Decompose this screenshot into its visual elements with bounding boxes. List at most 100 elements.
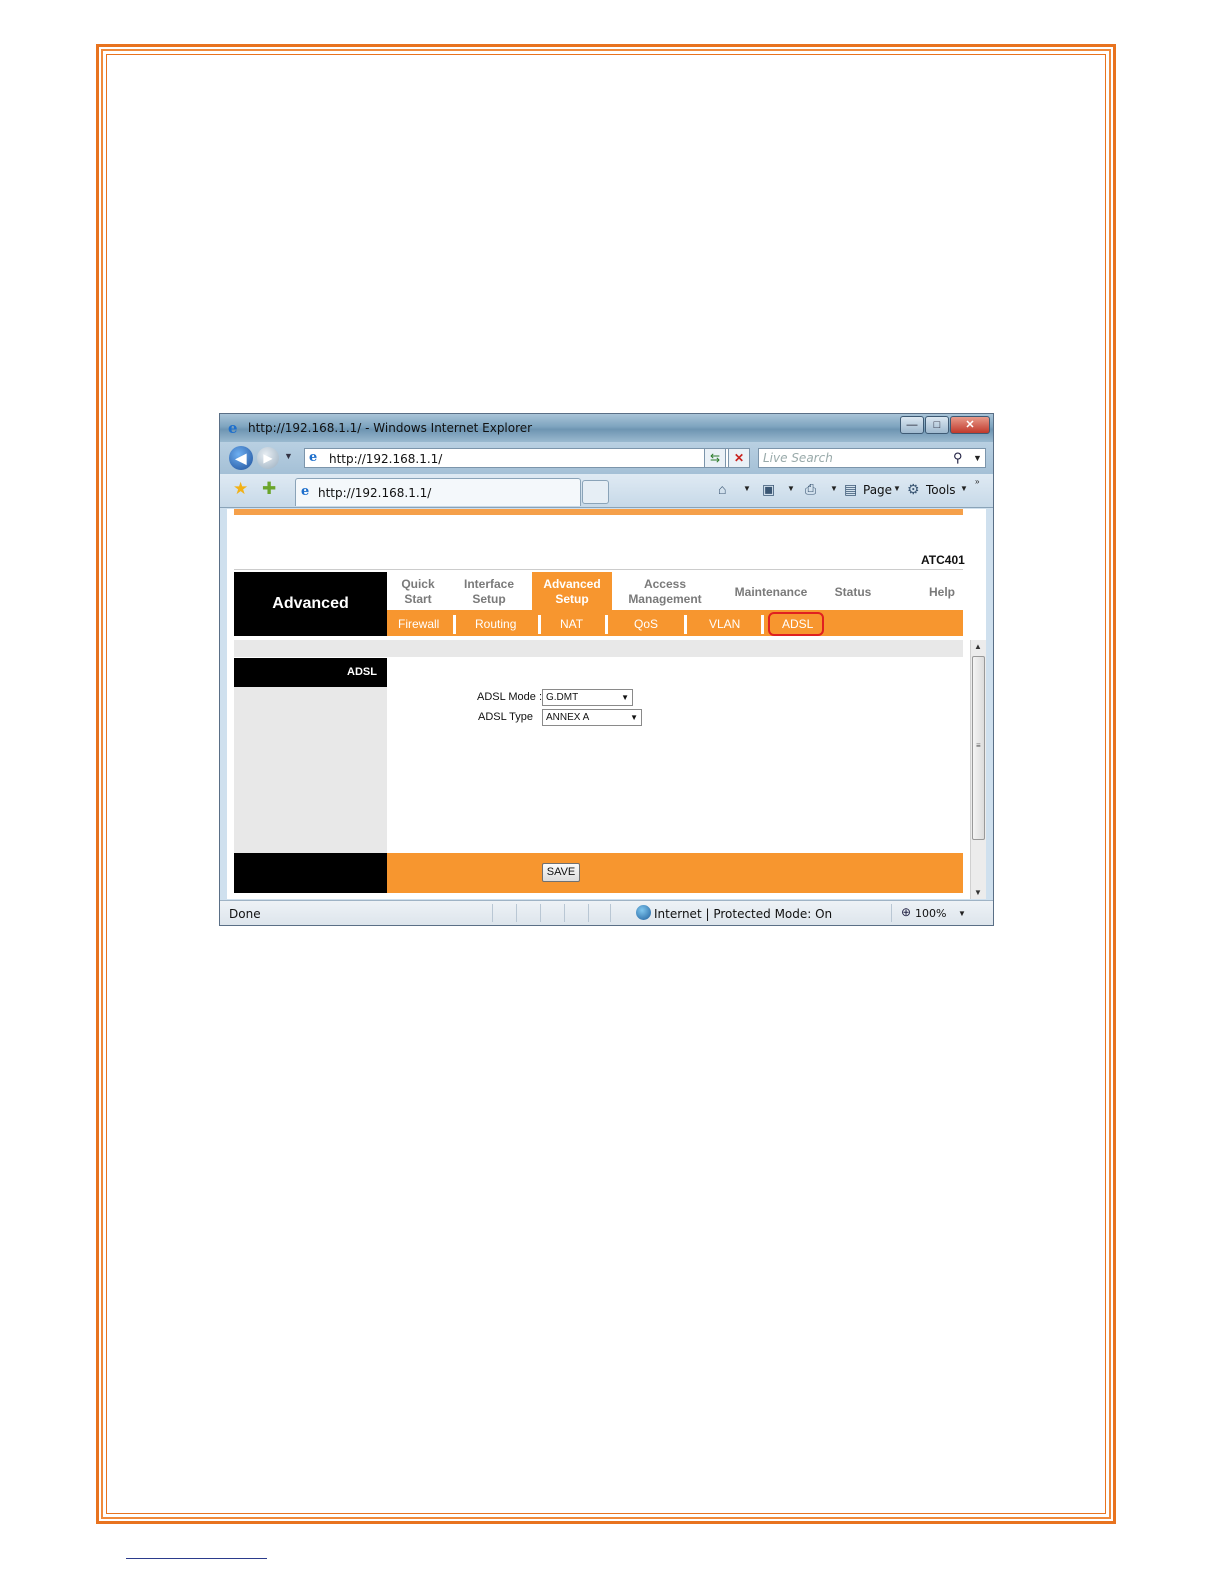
globe-icon (636, 905, 651, 920)
submenu-separator (761, 615, 764, 634)
new-tab-button[interactable] (582, 480, 609, 504)
search-dropdown-icon[interactable]: ▼ (973, 453, 982, 463)
forward-button[interactable]: ▶ (257, 447, 279, 469)
tab-current[interactable]: e http://192.168.1.1/ (295, 478, 581, 506)
page-menu-icon[interactable]: ▤ (844, 481, 857, 498)
zoom-dropdown-icon[interactable]: ▼ (958, 909, 966, 918)
menu-advanced-setup-line2: Setup (555, 592, 589, 606)
tab-page-icon: e (301, 484, 310, 499)
header-divider (234, 569, 963, 570)
address-text[interactable]: http://192.168.1.1/ (329, 452, 442, 466)
chevron-more-icon[interactable]: » (975, 477, 979, 486)
minimize-button[interactable]: — (900, 416, 924, 434)
menu-quick-start[interactable]: Quick Start (393, 577, 443, 607)
back-button[interactable]: ◀ (229, 446, 253, 470)
title-bar: e http://192.168.1.1/ - Windows Internet… (220, 414, 993, 442)
status-bar: Done Internet | Protected Mode: On ⊕ 100… (220, 900, 993, 925)
status-divider (610, 904, 611, 922)
menu-interface-setup-line1: Interface (463, 577, 515, 591)
vertical-scrollbar[interactable]: ▲ ≡ ▼ (970, 640, 986, 899)
search-input[interactable] (763, 451, 943, 465)
address-bar[interactable]: e http://192.168.1.1/ ▼ (304, 448, 729, 468)
print-icon[interactable]: ⎙ (805, 481, 816, 498)
menu-advanced-setup-line1: Advanced (543, 577, 601, 591)
search-icon[interactable]: ⚲ (953, 450, 963, 466)
navigation-bar: ◀ ▶ ▼ e http://192.168.1.1/ ▼ ⇆ ✕ ⚲ ▼ (220, 442, 993, 474)
home-icon[interactable]: ⌂ (718, 481, 726, 497)
history-dropdown-icon[interactable]: ▼ (284, 451, 293, 461)
print-dropdown-icon[interactable]: ▼ (830, 484, 838, 493)
menu-help[interactable]: Help (917, 585, 967, 600)
status-divider (492, 904, 493, 922)
status-text: Done (229, 907, 261, 921)
tools-dropdown-icon[interactable]: ▼ (960, 484, 968, 493)
menu-quick-start-line1: Quick (401, 577, 435, 591)
menu-interface-setup-line2: Setup (472, 592, 506, 606)
scroll-up-icon[interactable]: ▲ (974, 642, 982, 651)
submenu-qos[interactable]: QoS (634, 617, 658, 631)
home-dropdown-icon[interactable]: ▼ (743, 484, 751, 493)
content-top-strip (234, 640, 963, 657)
submenu-routing[interactable]: Routing (475, 617, 516, 631)
tab-bar: ★ ✚ e http://192.168.1.1/ ⌂ ▼ ▣ ▼ ⎙ ▼ ▤ … (220, 474, 993, 508)
add-favorites-icon[interactable]: ✚ (262, 480, 276, 498)
section-title: Advanced (234, 572, 387, 636)
status-divider (588, 904, 589, 922)
tools-menu[interactable]: Tools (926, 483, 956, 497)
menu-access-management[interactable]: Access Management (620, 577, 710, 607)
menu-interface-setup[interactable]: Interface Setup (456, 577, 522, 607)
save-button[interactable]: SAVE (542, 863, 580, 882)
scroll-grip-icon: ≡ (976, 741, 981, 750)
security-zone[interactable]: Internet | Protected Mode: On (654, 907, 832, 921)
submenu-separator (684, 615, 687, 634)
favorites-star-icon[interactable]: ★ (233, 480, 248, 498)
feeds-icon[interactable]: ▣ (762, 481, 775, 498)
feeds-dropdown-icon[interactable]: ▼ (787, 484, 795, 493)
adsl-highlight-circle (768, 612, 824, 636)
status-divider (564, 904, 565, 922)
footer-bar: SAVE (387, 853, 963, 893)
submenu-firewall[interactable]: Firewall (398, 617, 439, 631)
page-content: ATC401 Advanced Quick Start Interface Se… (227, 509, 986, 899)
page-dropdown-icon[interactable]: ▼ (893, 484, 901, 493)
scroll-thumb[interactable]: ≡ (972, 656, 985, 840)
adsl-type-select[interactable]: ANNEX A ▼ (542, 709, 642, 726)
menu-access-management-line2: Management (628, 592, 702, 606)
zoom-icon[interactable]: ⊕ (901, 905, 911, 919)
adsl-mode-value: G.DMT (546, 692, 579, 703)
menu-status[interactable]: Status (825, 585, 881, 600)
refresh-button[interactable]: ⇆ (704, 448, 726, 468)
adsl-mode-select[interactable]: G.DMT ▼ (542, 689, 633, 706)
menu-quick-start-line2: Start (404, 592, 432, 606)
page-menu[interactable]: Page (863, 483, 892, 497)
sidebar-title: ADSL (234, 658, 387, 687)
menu-maintenance[interactable]: Maintenance (723, 585, 819, 600)
scroll-down-icon[interactable]: ▼ (974, 888, 982, 897)
search-box[interactable]: ⚲ ▼ (758, 448, 986, 468)
ie-logo-icon: e (228, 419, 238, 437)
page-icon: e (309, 450, 318, 465)
status-divider (891, 904, 892, 922)
tools-gear-icon[interactable]: ⚙ (907, 481, 920, 498)
submenu-nat[interactable]: NAT (560, 617, 583, 631)
maximize-button[interactable]: □ (925, 416, 949, 434)
tab-title: http://192.168.1.1/ (318, 486, 432, 500)
submenu-bar: Firewall Routing NAT QoS VLAN ADSL (387, 610, 963, 636)
submenu-vlan[interactable]: VLAN (709, 617, 740, 631)
sidebar-body (234, 687, 387, 853)
footer-left-block (234, 853, 387, 893)
adsl-type-value: ANNEX A (546, 712, 590, 723)
status-divider (540, 904, 541, 922)
footnote-rule (126, 1558, 267, 1559)
chevron-down-icon: ▼ (630, 713, 638, 722)
adsl-type-label: ADSL Type (478, 711, 534, 723)
zoom-level[interactable]: 100% (915, 907, 946, 920)
menu-advanced-setup[interactable]: Advanced Setup (532, 572, 612, 610)
model-name: ATC401 (921, 553, 965, 567)
stop-button[interactable]: ✕ (728, 448, 750, 468)
chevron-down-icon: ▼ (621, 693, 629, 702)
submenu-separator (605, 615, 608, 634)
top-orange-bar (234, 509, 963, 515)
close-button[interactable]: ✕ (950, 416, 990, 434)
window-title: http://192.168.1.1/ - Windows Internet E… (248, 421, 533, 435)
